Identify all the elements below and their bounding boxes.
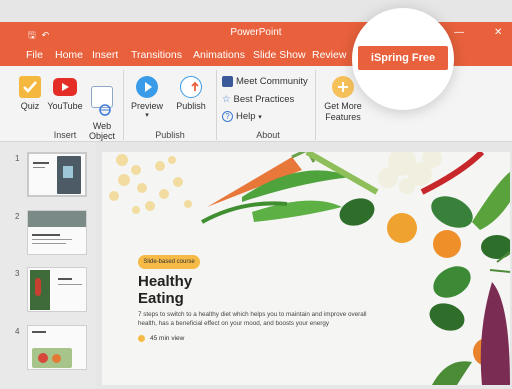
- tab-file[interactable]: File: [26, 49, 43, 61]
- slide-thumbnails-pane: 1 2 3 4: [0, 142, 96, 389]
- tab-ispring-free[interactable]: iSpring Free: [358, 46, 448, 70]
- best-practices-button[interactable]: ☆ Best Practices: [222, 94, 294, 105]
- group-separator: [315, 70, 316, 140]
- insert-group-label: Insert: [53, 130, 77, 140]
- preview-button[interactable]: Preview ▾: [128, 76, 166, 119]
- star-icon: ☆: [222, 94, 231, 105]
- slide-thumbnail-4[interactable]: [27, 325, 87, 370]
- tab-insert[interactable]: Insert: [92, 49, 118, 61]
- plus-icon: [332, 76, 354, 98]
- clock-icon: [138, 335, 145, 342]
- quiz-button[interactable]: Quiz: [14, 76, 46, 111]
- help-icon: ?: [222, 111, 233, 122]
- tab-home[interactable]: Home: [55, 49, 83, 61]
- chevron-down-icon: ▾: [145, 112, 149, 119]
- slide-duration: 45 min view: [138, 335, 184, 342]
- minimize-button[interactable]: —: [454, 27, 464, 38]
- tab-review[interactable]: Review: [312, 49, 346, 61]
- tab-transitions[interactable]: Transitions: [131, 49, 182, 61]
- course-type-badge: Slide-based course: [138, 255, 200, 269]
- group-separator: [216, 70, 217, 140]
- slide-thumbnail-3[interactable]: [27, 267, 87, 312]
- quiz-icon: [19, 76, 41, 98]
- publish-group-label: Publish: [155, 130, 185, 140]
- group-separator: [123, 70, 124, 140]
- web-object-button[interactable]: Web Object: [86, 76, 118, 151]
- publish-button[interactable]: Publish: [172, 76, 210, 111]
- facebook-icon: [222, 76, 233, 87]
- youtube-icon: [53, 78, 77, 96]
- tab-slide-show[interactable]: Slide Show: [253, 49, 306, 61]
- help-button[interactable]: ? Help ▾: [222, 111, 262, 122]
- about-group-label: About: [256, 130, 280, 140]
- thumbnail-number: 4: [15, 327, 20, 336]
- slide-description: 7 steps to switch to a healthy diet whic…: [138, 311, 367, 327]
- publish-icon: [180, 76, 202, 98]
- preview-icon: [136, 76, 158, 98]
- close-button[interactable]: ✕: [494, 27, 502, 38]
- slide-canvas[interactable]: Slide-based course Healthy Eating 7 step…: [102, 152, 510, 385]
- thumbnail-number: 3: [15, 269, 20, 278]
- slide-thumbnail-1[interactable]: [27, 152, 87, 197]
- thumbnail-number: 2: [15, 212, 20, 221]
- slide-thumbnail-2[interactable]: [27, 210, 87, 255]
- chevron-down-icon: ▾: [258, 114, 262, 121]
- youtube-button[interactable]: YouTube: [46, 76, 84, 111]
- web-object-icon: [91, 86, 113, 116]
- thumbnail-number: 1: [15, 154, 20, 163]
- meet-community-button[interactable]: Meet Community: [222, 76, 308, 87]
- powerpoint-window: 🖫 ↶ PowerPoint — ✕ File Home Insert Trans…: [0, 0, 512, 389]
- slide-title: Healthy Eating: [138, 273, 193, 307]
- tab-animations[interactable]: Animations: [193, 49, 245, 61]
